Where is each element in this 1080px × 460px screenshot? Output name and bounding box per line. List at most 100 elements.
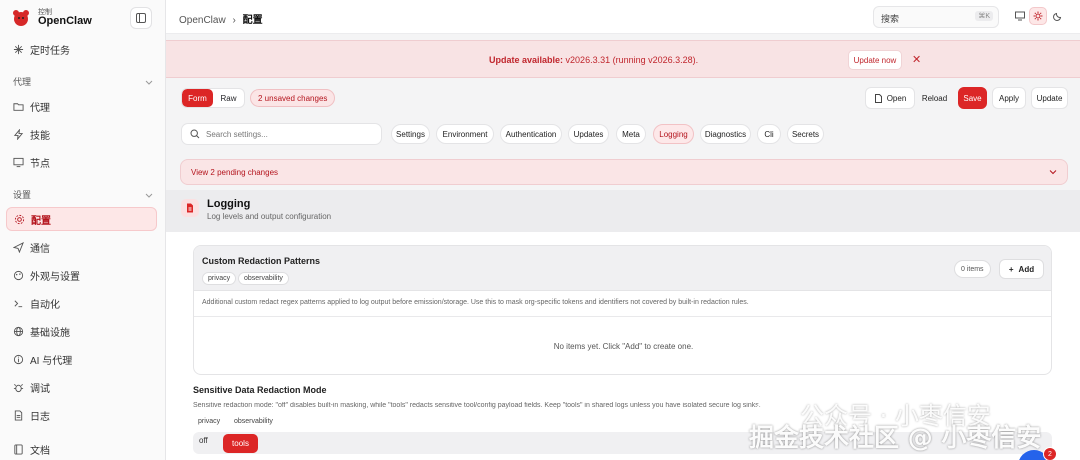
- mode-tools-option[interactable]: tools: [223, 434, 258, 453]
- breadcrumb-separator: ›: [232, 15, 236, 26]
- breadcrumb-current: 配置: [242, 15, 263, 26]
- sidebar-group-agents[interactable]: 代理: [13, 75, 153, 88]
- tag-privacy: privacy: [202, 272, 237, 285]
- field-description: Sensitive redaction mode: "off" disables…: [193, 402, 761, 409]
- update-banner-text: Update available: v2026.3.31 (running v2…: [489, 55, 699, 65]
- add-pattern-button[interactable]: + Add: [999, 259, 1044, 279]
- tag-privacy: privacy: [198, 418, 221, 425]
- sidebar-item-docs[interactable]: 文档: [6, 437, 157, 460]
- search-icon: [190, 129, 200, 139]
- chevron-down-icon: [145, 193, 153, 198]
- unsaved-changes-badge: 2 unsaved changes: [250, 89, 336, 107]
- tag-observability: observability: [234, 418, 273, 425]
- topbar: OpenClaw › 配置 搜索 ⌘K: [166, 0, 1080, 34]
- section-header: [166, 190, 1080, 232]
- folder-icon: [13, 102, 24, 111]
- sidebar-item-config[interactable]: 配置: [6, 207, 157, 231]
- items-count-badge: 0 items: [954, 260, 991, 278]
- send-icon: [13, 241, 24, 253]
- document-icon: [181, 199, 199, 217]
- brand-name: OpenClaw: [38, 14, 92, 27]
- empty-state: No items yet. Click "Add" to create one.: [553, 342, 694, 351]
- open-button[interactable]: Open: [865, 87, 915, 109]
- info-icon: [13, 354, 24, 364]
- sidebar-item-nodes[interactable]: 节点: [6, 150, 157, 174]
- sidebar-item-comms[interactable]: 通信: [6, 235, 157, 259]
- chip-cli[interactable]: Cli: [757, 124, 781, 144]
- search-shortcut: ⌘K: [975, 11, 993, 21]
- globe-icon: [13, 326, 24, 336]
- save-button[interactable]: Save: [958, 87, 987, 109]
- chip-settings[interactable]: Settings: [391, 124, 430, 144]
- pending-changes-toggle[interactable]: View 2 pending changes: [180, 159, 1068, 185]
- monitor-icon: [13, 157, 24, 167]
- chip-updates[interactable]: Updates: [568, 124, 609, 144]
- plus-icon: +: [1008, 264, 1014, 274]
- chip-diagnostics[interactable]: Diagnostics: [700, 124, 751, 144]
- redaction-patterns-card: Custom Redaction Patterns privacy observ…: [193, 245, 1052, 375]
- breadcrumb: OpenClaw › 配置: [179, 11, 263, 26]
- section-title: Logging: [207, 198, 251, 210]
- system-theme-button[interactable]: [1011, 7, 1029, 25]
- lightning-icon: [13, 128, 24, 140]
- sidebar-item-debug[interactable]: 调试: [6, 375, 157, 399]
- update-button[interactable]: Update: [1031, 87, 1068, 109]
- apply-button[interactable]: Apply: [992, 87, 1026, 109]
- monitor-icon: [1015, 11, 1025, 21]
- update-banner: Update available: v2026.3.31 (running v2…: [166, 40, 1080, 78]
- breadcrumb-root[interactable]: OpenClaw: [179, 15, 226, 26]
- card-header: Custom Redaction Patterns privacy observ…: [194, 246, 1051, 291]
- section-subtitle: Log levels and output configuration: [207, 212, 332, 221]
- card-description: Additional custom redact regex patterns …: [202, 299, 749, 306]
- chevron-down-icon: [1049, 170, 1057, 175]
- chip-logging[interactable]: Logging: [653, 124, 694, 144]
- palette-icon: [13, 270, 24, 280]
- reload-button[interactable]: Reload: [916, 87, 953, 109]
- mode-raw-button[interactable]: Raw: [213, 89, 244, 107]
- book-icon: [14, 443, 23, 455]
- chip-secrets[interactable]: Secrets: [787, 124, 824, 144]
- sidebar: 控制 OpenClaw 定时任务 代理 代理 技能 节点 设置 配置 通信 外观: [0, 0, 166, 460]
- chevron-down-icon: [145, 80, 153, 85]
- tag-observability: observability: [238, 272, 289, 285]
- mode-off-option[interactable]: off: [199, 436, 208, 445]
- settings-search-placeholder: Search settings...: [206, 129, 268, 139]
- chip-meta[interactable]: Meta: [616, 124, 646, 144]
- sidebar-item-agents[interactable]: 代理: [6, 94, 157, 118]
- lobster-logo-icon: [10, 7, 32, 29]
- sidebar-item-label: 定时任务: [30, 45, 70, 57]
- mode-form-button[interactable]: Form: [182, 89, 213, 107]
- bug-icon: [13, 383, 24, 392]
- notification-badge: 2: [1043, 447, 1057, 460]
- file-icon: [874, 93, 882, 103]
- chip-authentication[interactable]: Authentication: [500, 124, 562, 144]
- sidebar-item-appearance[interactable]: 外观与设置: [6, 263, 157, 287]
- global-search-placeholder: 搜索: [881, 14, 900, 24]
- moon-icon: [1053, 12, 1062, 21]
- terminal-icon: [14, 299, 23, 307]
- gear-icon: [14, 214, 25, 224]
- panel-toggle-icon: [136, 13, 146, 23]
- sidebar-item-logs[interactable]: 日志: [6, 403, 157, 427]
- sun-icon: [1033, 11, 1043, 21]
- sidebar-item-automation[interactable]: 自动化: [6, 291, 157, 315]
- sidebar-item-ai-agents[interactable]: AI 与代理: [6, 347, 157, 371]
- document-icon: [14, 409, 23, 421]
- mode-toggle: Form Raw: [181, 88, 245, 108]
- sidebar-item-skills[interactable]: 技能: [6, 122, 157, 146]
- close-icon[interactable]: ✕: [912, 53, 921, 66]
- light-theme-button[interactable]: [1029, 7, 1047, 25]
- sidebar-group-settings[interactable]: 设置: [13, 188, 153, 201]
- sparkle-icon: [13, 44, 24, 54]
- field-title: Sensitive Data Redaction Mode: [193, 385, 327, 395]
- sidebar-collapse-button[interactable]: [130, 7, 152, 29]
- sidebar-item-infrastructure[interactable]: 基础设施: [6, 319, 157, 343]
- watermark-line2: 掘金技术社区 @ 小枣信安: [749, 423, 1042, 452]
- card-title: Custom Redaction Patterns: [202, 256, 321, 266]
- update-now-button[interactable]: Update now: [848, 50, 902, 70]
- settings-search-input[interactable]: Search settings...: [181, 123, 382, 145]
- dark-theme-button[interactable]: [1049, 7, 1067, 25]
- global-search-input[interactable]: 搜索 ⌘K: [873, 6, 999, 28]
- chip-environment[interactable]: Environment: [436, 124, 494, 144]
- sidebar-item-cron[interactable]: 定时任务: [6, 37, 157, 61]
